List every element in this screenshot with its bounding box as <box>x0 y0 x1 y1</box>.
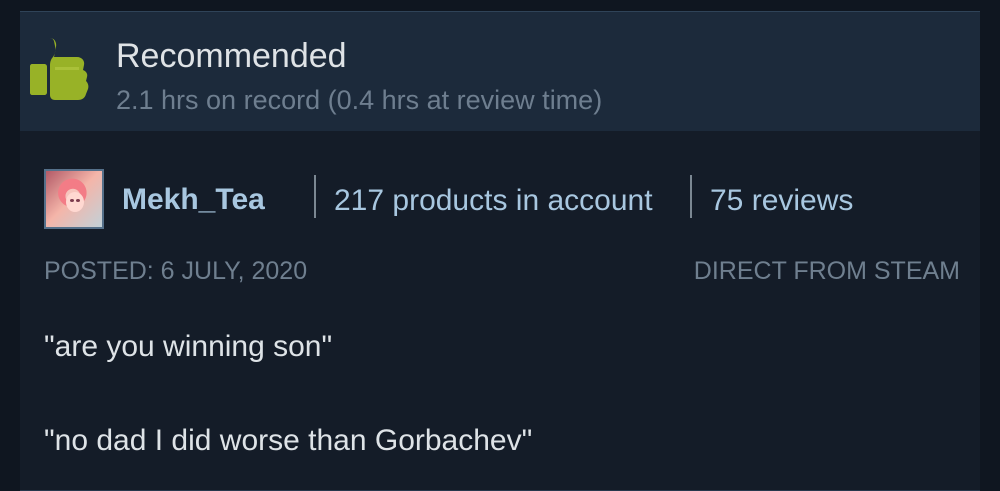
author-meta-divider <box>314 175 316 218</box>
author-reviews-link[interactable]: 75 reviews <box>710 184 853 218</box>
thumbs-up-icon <box>30 38 89 100</box>
review-header: Recommended 2.1 hrs on record (0.4 hrs a… <box>20 11 980 131</box>
avatar-face <box>66 192 84 212</box>
playtime-record: 2.1 hrs on record (0.4 hrs at review tim… <box>116 85 603 115</box>
recommendation-status: Recommended <box>116 37 347 75</box>
posted-date: POSTED: 6 JULY, 2020 <box>44 257 308 285</box>
author-row: Mekh_Tea 217 products in account 75 revi… <box>44 169 954 233</box>
avatar-left-eye <box>70 199 74 202</box>
review-text-line: "are you winning son" <box>44 330 333 363</box>
author-meta-divider <box>690 175 692 218</box>
author-username-link[interactable]: Mekh_Tea <box>122 183 265 217</box>
avatar[interactable] <box>44 169 104 229</box>
review-card: Recommended 2.1 hrs on record (0.4 hrs a… <box>20 11 980 491</box>
author-products-link[interactable]: 217 products in account <box>334 184 653 218</box>
review-text-line: "no dad I did worse than Gorbachev" <box>44 424 533 457</box>
review-body: "are you winning son" "no dad I did wors… <box>44 329 532 459</box>
review-source: DIRECT FROM STEAM <box>693 257 960 285</box>
avatar-right-eye <box>76 199 80 202</box>
